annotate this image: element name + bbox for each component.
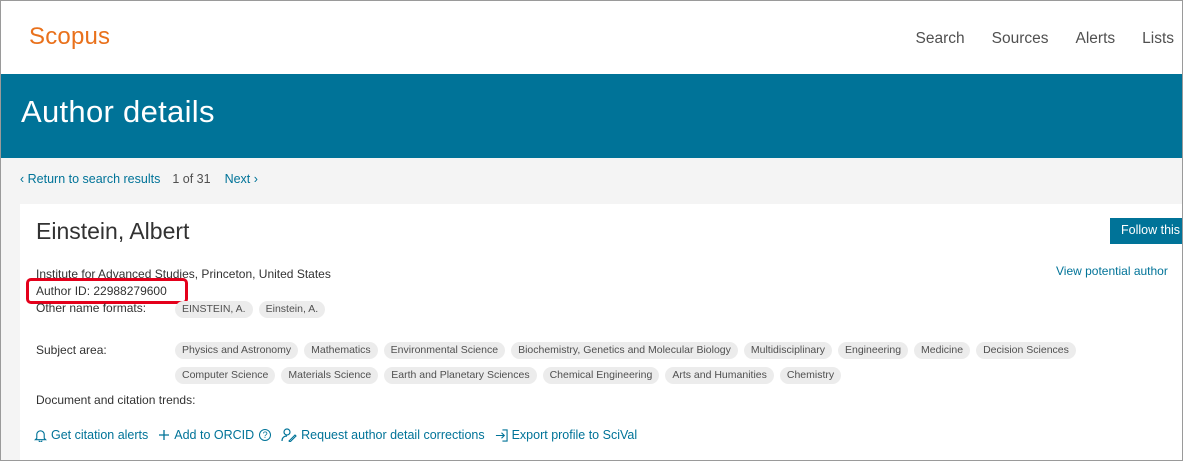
subject-pill: Decision Sciences <box>976 342 1076 359</box>
main-nav: Search Sources Alerts Lists <box>889 30 1183 48</box>
request-corrections-link[interactable]: Request author detail corrections <box>281 428 485 442</box>
view-potential-matches-link[interactable]: View potential author <box>1056 264 1168 278</box>
nav-alerts[interactable]: Alerts <box>1076 30 1116 48</box>
document-citation-trends-label: Document and citation trends: <box>36 393 196 407</box>
subject-pill: Materials Science <box>281 367 379 384</box>
nav-search[interactable]: Search <box>916 30 965 48</box>
page-title: Author details <box>21 94 215 129</box>
page-frame: Scopus Search Sources Alerts Lists Autho… <box>0 0 1183 461</box>
subject-pill: Chemistry <box>779 367 842 384</box>
page-banner: Author details <box>1 74 1182 158</box>
subject-area-label: Subject area: <box>36 343 107 357</box>
bell-icon <box>34 429 47 442</box>
result-position: 1 of 31 <box>172 172 211 186</box>
subject-pill: Arts and Humanities <box>665 367 774 384</box>
export-icon <box>495 428 508 442</box>
help-icon[interactable]: ? <box>259 429 272 441</box>
subject-pill: Mathematics <box>304 342 378 359</box>
subject-area-list-row1: Physics and Astronomy Mathematics Enviro… <box>175 342 1082 359</box>
author-actions: Get citation alerts Add to ORCID ? Reque… <box>34 428 647 442</box>
other-name-formats-label: Other name formats: <box>36 301 147 315</box>
nav-lists[interactable]: Lists <box>1142 30 1174 48</box>
author-card: Einstein, Albert Follow this View potent… <box>20 204 1182 460</box>
request-corrections-label: Request author detail corrections <box>301 428 485 442</box>
get-citation-alerts-link[interactable]: Get citation alerts <box>34 428 148 442</box>
add-to-orcid-link[interactable]: Add to ORCID ? <box>158 428 272 442</box>
subject-pill: Environmental Science <box>383 342 506 359</box>
scopus-logo[interactable]: Scopus <box>29 23 110 51</box>
subject-pill: Engineering <box>838 342 909 359</box>
get-citation-alerts-label: Get citation alerts <box>51 428 149 442</box>
subject-pill: Biochemistry, Genetics and Molecular Bio… <box>511 342 738 359</box>
subject-pill: Medicine <box>914 342 971 359</box>
follow-author-button[interactable]: Follow this <box>1110 218 1182 244</box>
subject-pill: Multidisciplinary <box>743 342 832 359</box>
next-result-link[interactable]: Next › <box>225 172 258 186</box>
subject-pill: Computer Science <box>175 367 276 384</box>
name-format-pill: Einstein, A. <box>258 301 326 318</box>
name-format-pill: EINSTEIN, A. <box>175 301 253 318</box>
subject-pill: Chemical Engineering <box>542 367 660 384</box>
add-to-orcid-label: Add to ORCID <box>174 428 255 442</box>
author-name: Einstein, Albert <box>36 218 190 244</box>
breadcrumb: ‹ Return to search results 1 of 31 Next … <box>20 172 258 186</box>
subject-pill: Physics and Astronomy <box>175 342 299 359</box>
other-name-formats-list: EINSTEIN, A. Einstein, A. <box>175 301 331 318</box>
nav-sources[interactable]: Sources <box>992 30 1049 48</box>
subject-area-list-row2: Computer Science Materials Science Earth… <box>175 367 847 384</box>
subject-pill: Earth and Planetary Sciences <box>384 367 537 384</box>
export-to-scival-link[interactable]: Export profile to SciVal <box>495 428 638 442</box>
plus-icon <box>159 430 170 440</box>
top-navigation: Scopus Search Sources Alerts Lists <box>1 1 1182 74</box>
export-to-scival-label: Export profile to SciVal <box>511 428 638 442</box>
person-edit-icon <box>281 428 297 442</box>
return-to-results-link[interactable]: ‹ Return to search results <box>20 172 160 186</box>
